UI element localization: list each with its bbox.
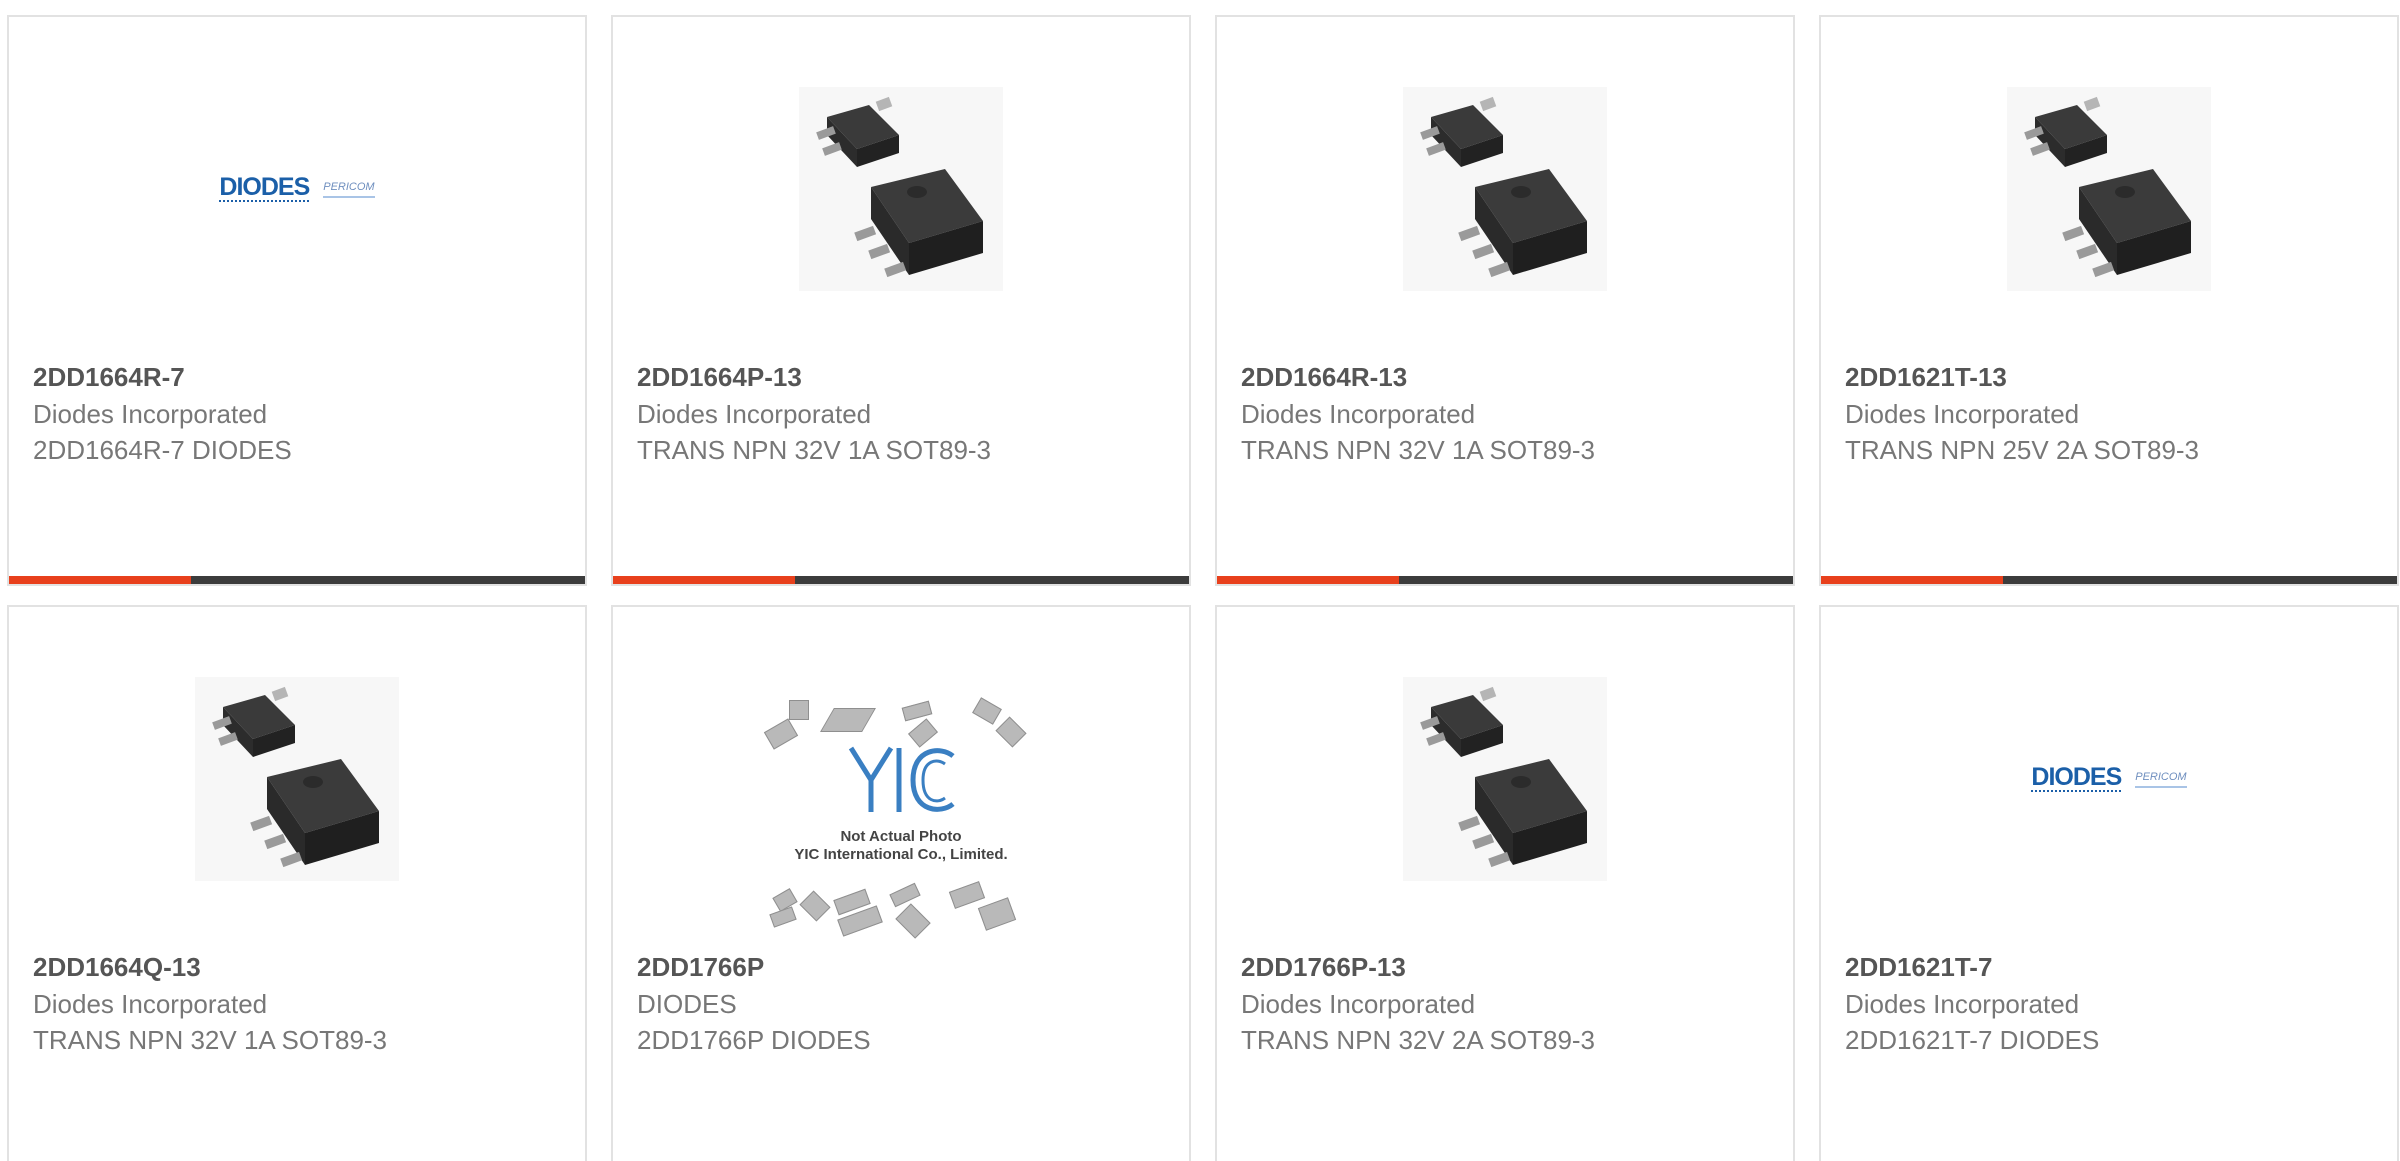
product-info: 2DD1664R-7 Diodes Incorporated 2DD1664R-… (33, 359, 565, 468)
chip-shape (820, 708, 876, 732)
description: TRANS NPN 32V 2A SOT89-3 (1241, 1025, 1596, 1055)
card-accent (613, 576, 795, 584)
card-accent (9, 576, 191, 584)
manufacturer: Diodes Incorporated (33, 989, 268, 1019)
product-info: 2DD1621T-13 Diodes Incorporated TRANS NP… (1845, 359, 2377, 468)
manufacturer: Diodes Incorporated (1241, 399, 1476, 429)
product-info: 2DD1766P DIODES 2DD1766P DIODES (637, 949, 1169, 1058)
product-info: 2DD1664Q-13 Diodes Incorporated TRANS NP… (33, 949, 565, 1058)
product-card[interactable]: 2DD1664Q-13 Diodes Incorporated TRANS NP… (7, 605, 587, 1161)
logo-sub: PERICOM (2135, 771, 2187, 788)
card-accent (1821, 576, 2003, 584)
part-number[interactable]: 2DD1664Q-13 (33, 949, 565, 986)
part-number[interactable]: 2DD1664R-13 (1241, 359, 1773, 396)
sot89-package-icon (1403, 677, 1607, 881)
description: 2DD1621T-7 DIODES (1845, 1025, 2100, 1055)
chip-shape (769, 906, 797, 928)
product-image[interactable] (799, 87, 1003, 291)
chip-shape (972, 697, 1002, 725)
chip-shape (799, 890, 831, 922)
manufacturer: Diodes Incorporated (1845, 989, 2080, 1019)
description: TRANS NPN 25V 2A SOT89-3 (1845, 435, 2200, 465)
part-number[interactable]: 2DD1664P-13 (637, 359, 1169, 396)
yic-logo-icon (848, 746, 955, 812)
manufacturer: Diodes Incorporated (1241, 989, 1476, 1019)
product-image[interactable]: Not Actual Photo YIC International Co., … (761, 691, 1041, 939)
chip-shape (977, 897, 1017, 931)
product-image[interactable] (195, 677, 399, 881)
description: TRANS NPN 32V 1A SOT89-3 (33, 1025, 388, 1055)
card-accent (1217, 576, 1399, 584)
card-footer-bar (1821, 576, 2397, 584)
product-card[interactable]: 2DD1664R-13 Diodes Incorporated TRANS NP… (1215, 15, 1795, 586)
product-card[interactable]: DIODES PERICOM 2DD1621T-7 Diodes Incorpo… (1819, 605, 2399, 1161)
logo-brand: DIODES (219, 173, 310, 202)
product-image[interactable] (1403, 87, 1607, 291)
description: 2DD1664R-7 DIODES (33, 435, 292, 465)
product-grid: DIODES PERICOM 2DD1664R-7 Diodes Incorpo… (0, 0, 2400, 1161)
placeholder-note: Not Actual Photo YIC International Co., … (761, 828, 1041, 864)
chip-shape (901, 700, 933, 722)
sot89-package-icon (799, 87, 1003, 291)
sot89-package-icon (1403, 87, 1607, 291)
chip-shape (895, 903, 931, 939)
chip-shape (763, 718, 799, 750)
product-image[interactable]: DIODES PERICOM (2007, 677, 2211, 881)
card-footer-bar (1217, 576, 1793, 584)
diodes-logo: DIODES PERICOM (2031, 763, 2187, 792)
manufacturer: Diodes Incorporated (637, 399, 872, 429)
product-info: 2DD1664P-13 Diodes Incorporated TRANS NP… (637, 359, 1169, 468)
yic-placeholder-image: Not Actual Photo YIC International Co., … (761, 697, 1041, 939)
placeholder-line1: Not Actual Photo (840, 828, 962, 845)
chip-shape (889, 882, 921, 908)
product-image[interactable]: DIODES PERICOM (195, 87, 399, 291)
sot89-package-icon (195, 677, 399, 881)
logo-brand: DIODES (2031, 763, 2122, 792)
description: TRANS NPN 32V 1A SOT89-3 (1241, 435, 1596, 465)
description: 2DD1766P DIODES (637, 1025, 871, 1055)
part-number[interactable]: 2DD1664R-7 (33, 359, 565, 396)
product-image[interactable] (1403, 677, 1607, 881)
card-footer-bar (613, 576, 1189, 584)
product-card[interactable]: 2DD1766P-13 Diodes Incorporated TRANS NP… (1215, 605, 1795, 1161)
placeholder-line2: YIC International Co., Limited. (794, 846, 1008, 863)
sot89-package-icon (2007, 87, 2211, 291)
product-image[interactable] (2007, 87, 2211, 291)
part-number[interactable]: 2DD1766P-13 (1241, 949, 1773, 986)
card-footer-bar (9, 576, 585, 584)
part-number[interactable]: 2DD1621T-7 (1845, 949, 2377, 986)
logo-sub: PERICOM (323, 181, 375, 198)
part-number[interactable]: 2DD1766P (637, 949, 1169, 986)
product-info: 2DD1766P-13 Diodes Incorporated TRANS NP… (1241, 949, 1773, 1058)
product-info: 2DD1621T-7 Diodes Incorporated 2DD1621T-… (1845, 949, 2377, 1058)
product-card[interactable]: 2DD1621T-13 Diodes Incorporated TRANS NP… (1819, 15, 2399, 586)
manufacturer: Diodes Incorporated (33, 399, 268, 429)
product-card[interactable]: 2DD1664P-13 Diodes Incorporated TRANS NP… (611, 15, 1191, 586)
chip-shape (789, 700, 809, 720)
manufacturer: Diodes Incorporated (1845, 399, 2080, 429)
chip-shape (995, 716, 1027, 748)
diodes-logo: DIODES PERICOM (219, 173, 375, 202)
part-number[interactable]: 2DD1621T-13 (1845, 359, 2377, 396)
manufacturer: DIODES (637, 989, 737, 1019)
product-info: 2DD1664R-13 Diodes Incorporated TRANS NP… (1241, 359, 1773, 468)
chip-shape (948, 881, 986, 909)
product-card[interactable]: DIODES PERICOM 2DD1664R-7 Diodes Incorpo… (7, 15, 587, 586)
product-card[interactable]: Not Actual Photo YIC International Co., … (611, 605, 1191, 1161)
description: TRANS NPN 32V 1A SOT89-3 (637, 435, 992, 465)
